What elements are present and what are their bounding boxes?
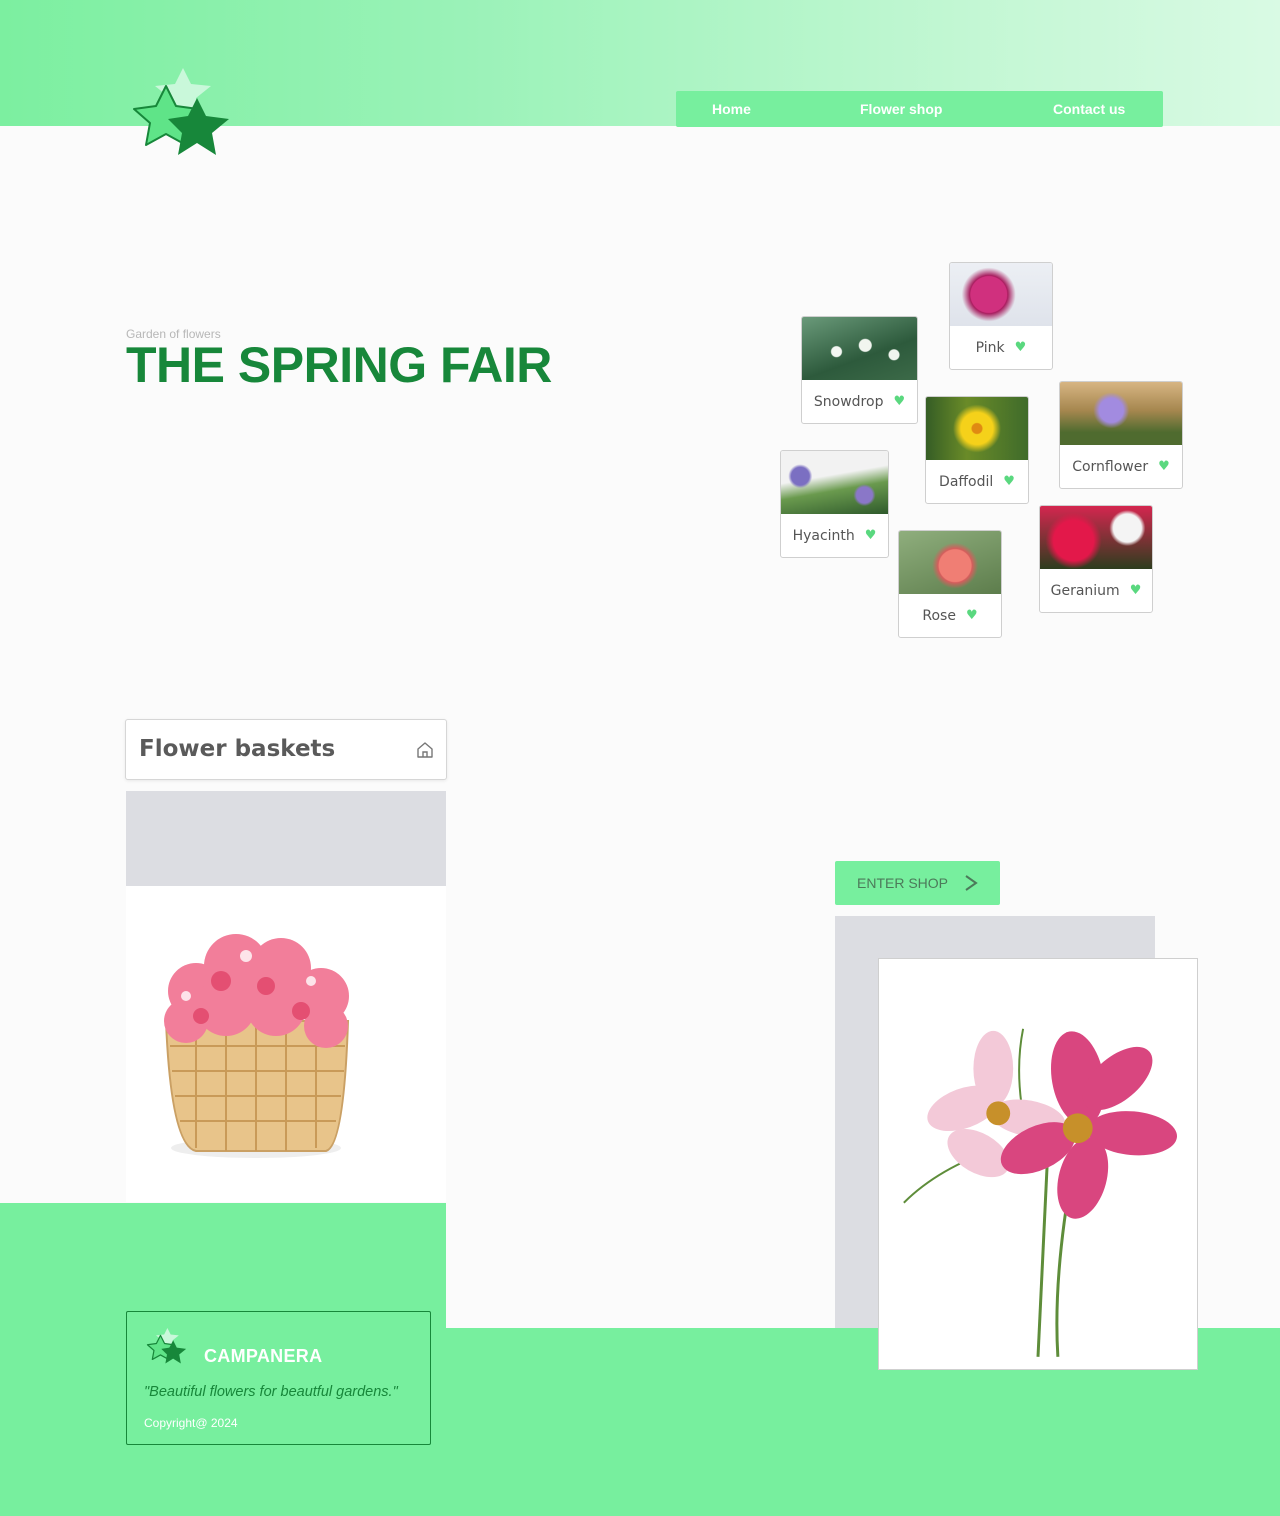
nav-home[interactable]: Home [712, 91, 751, 127]
rose-photo [899, 531, 1001, 594]
nav-contact-us[interactable]: Contact us [1053, 91, 1125, 127]
flower-basket-image [164, 934, 350, 1158]
heart-icon[interactable]: ♥ [1015, 341, 1027, 354]
flower-label: Snowdrop [813, 393, 884, 410]
footer-tagline: "Beautiful flowers for beautful gardens.… [144, 1384, 398, 1400]
footer-copyright: Copyright@ 2024 [144, 1416, 238, 1430]
heart-icon[interactable]: ♥ [966, 609, 978, 622]
pink-photo [950, 263, 1052, 326]
flower-card-hyacinth[interactable]: Hyacinth ♥ [780, 450, 889, 558]
star-logo-icon [146, 1328, 187, 1364]
flower-baskets-header[interactable]: Flower baskets [125, 719, 447, 780]
home-icon[interactable] [416, 741, 434, 759]
chevron-right-icon [965, 875, 978, 891]
flower-card-pink[interactable]: Pink ♥ [949, 262, 1053, 370]
basket-image-backdrop [126, 791, 446, 886]
snowdrop-photo [802, 317, 917, 380]
nav-flower-shop[interactable]: Flower shop [860, 91, 942, 127]
heart-icon[interactable]: ♥ [1158, 460, 1170, 473]
heart-icon[interactable]: ♥ [1003, 475, 1015, 488]
heart-icon[interactable]: ♥ [893, 395, 905, 408]
flower-label: Rose [922, 607, 956, 624]
cosmos-flower-image [903, 1028, 1177, 1357]
flower-card-geranium[interactable]: Geranium ♥ [1039, 505, 1153, 613]
geranium-photo [1040, 506, 1152, 569]
hyacinth-photo [781, 451, 888, 514]
flower-card-snowdrop[interactable]: Snowdrop ♥ [801, 316, 918, 424]
flower-card-rose[interactable]: Rose ♥ [898, 530, 1002, 638]
flower-card-daffodil[interactable]: Daffodil ♥ [925, 396, 1029, 504]
enter-shop-button[interactable]: ENTER SHOP [835, 861, 1000, 905]
footer-brand-name: CAMPANERA [204, 1346, 323, 1366]
daffodil-photo [926, 397, 1028, 460]
heart-icon[interactable]: ♥ [865, 529, 877, 542]
flower-label: Geranium [1050, 582, 1120, 599]
enter-shop-label: ENTER SHOP [857, 875, 949, 891]
flower-label: Cornflower [1072, 458, 1149, 475]
heart-icon[interactable]: ♥ [1130, 584, 1142, 597]
main-nav: Home Flower shop Contact us [676, 91, 1163, 127]
hero-title: THE SPRING FAIR [126, 337, 552, 393]
flower-baskets-title: Flower baskets [139, 736, 336, 762]
flower-label: Daffodil [939, 473, 994, 490]
flower-label: Pink [975, 339, 1005, 356]
footer-brand-card: CAMPANERA "Beautiful flowers for beautfu… [126, 1311, 431, 1445]
star-logo-icon[interactable] [128, 66, 236, 168]
flower-label: Hyacinth [792, 527, 855, 544]
basket-image-panel [126, 886, 446, 1202]
cornflower-photo [1060, 382, 1182, 445]
cosmos-image-panel [878, 958, 1198, 1370]
flower-card-cornflower[interactable]: Cornflower ♥ [1059, 381, 1183, 489]
